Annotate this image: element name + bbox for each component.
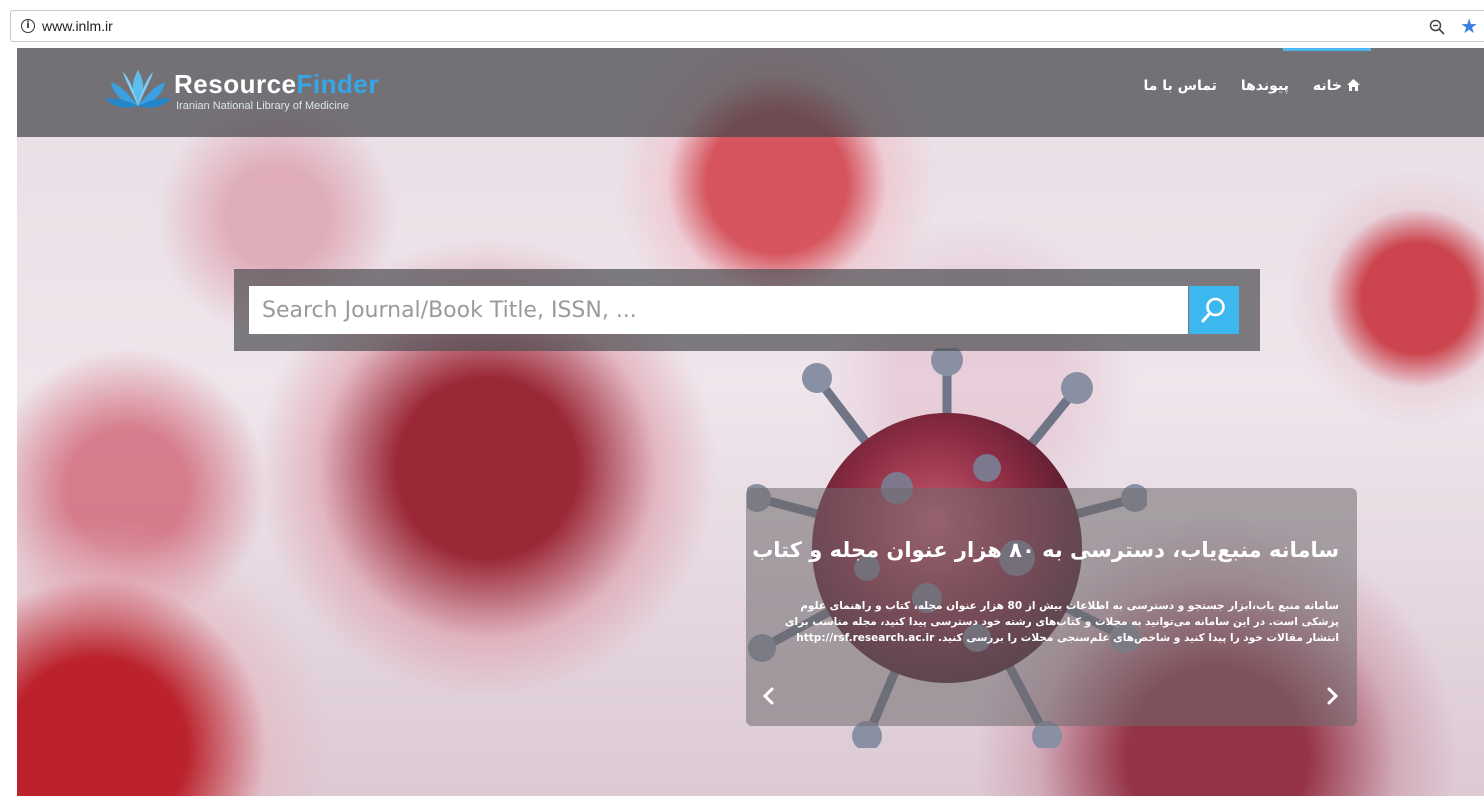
zoom-icon[interactable] [1428, 18, 1446, 36]
hero-section: ResourceFinder Iranian National Library … [17, 48, 1484, 796]
search-input[interactable] [249, 286, 1188, 334]
url-text[interactable]: www.inlm.ir [42, 18, 113, 34]
home-icon [1347, 79, 1360, 91]
carousel-title: سامانه منبع‌یاب، دسترسی به ۸۰ هزار عنوان… [752, 538, 1339, 562]
browser-bar: i www.inlm.ir ★ [0, 0, 1484, 48]
nav-item-contact[interactable]: تماس با ما [1143, 78, 1216, 94]
nav-item-links[interactable]: پیوندها [1241, 78, 1289, 94]
info-icon[interactable]: i [21, 19, 35, 33]
logo-subtitle: Iranian National Library of Medicine [176, 100, 350, 112]
chevron-right-icon[interactable] [1323, 686, 1341, 706]
logo-part2: Finder [296, 69, 379, 99]
carousel-caption: سامانه منبع‌یاب، دسترسی به ۸۰ هزار عنوان… [746, 488, 1357, 726]
nav-active-indicator [1283, 48, 1371, 51]
carousel-link[interactable]: http://rsf.research.ac.ir [796, 632, 934, 644]
search-button[interactable] [1189, 286, 1239, 334]
address-bar[interactable]: i www.inlm.ir ★ [10, 10, 1484, 42]
logo-part1: Resource [174, 69, 297, 99]
star-icon[interactable]: ★ [1460, 14, 1478, 38]
search-icon [1201, 297, 1225, 323]
nav-menu: خانه پیوندها تماس با ما [1143, 78, 1360, 94]
logo-text[interactable]: ResourceFinder [174, 69, 379, 99]
nav-item-home-label: خانه [1312, 78, 1342, 94]
search-bar [234, 269, 1260, 351]
chevron-left-icon[interactable] [760, 686, 778, 706]
lotus-logo-icon[interactable] [103, 64, 173, 114]
carousel-description: سامانه منبع یاب،ابزار جستجو و دسترسی به … [774, 598, 1339, 646]
nav-item-home[interactable]: خانه [1313, 78, 1360, 94]
navbar: ResourceFinder Iranian National Library … [17, 48, 1484, 137]
